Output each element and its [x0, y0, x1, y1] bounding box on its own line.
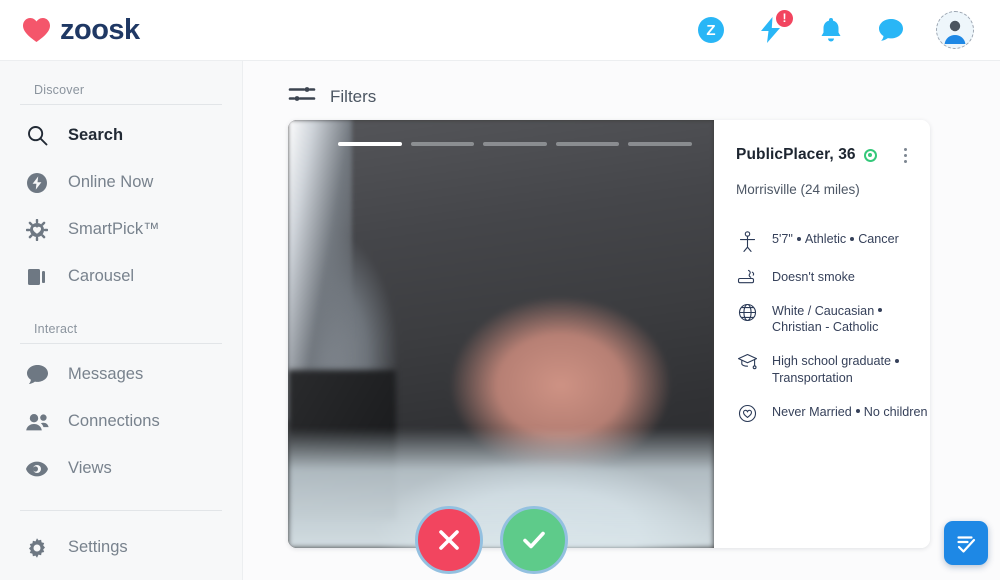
- photo-progress-bars: [338, 142, 692, 146]
- globe-icon: [736, 302, 758, 322]
- attribute-text: Doesn't smoke: [772, 270, 855, 284]
- photo-progress-bar[interactable]: [628, 142, 692, 146]
- zoosk-coin-icon[interactable]: Z: [696, 15, 726, 45]
- sidebar-section-interact: Interact: [34, 322, 78, 336]
- sidebar-item-online-now[interactable]: Online Now: [0, 159, 242, 206]
- left-sidebar: Discover Search Online Now SmartPick™ Ca…: [0, 61, 243, 580]
- connections-icon: [24, 409, 50, 435]
- sidebar-item-label: Carousel: [68, 267, 135, 285]
- photo-progress-bar[interactable]: [483, 142, 547, 146]
- profile-name: PublicPlacer, 36: [736, 146, 856, 163]
- survey-widget-button[interactable]: [944, 521, 988, 565]
- filters-icon: [288, 83, 316, 110]
- sidebar-item-label: Connections: [68, 412, 160, 430]
- views-icon: [24, 456, 50, 482]
- photo-progress-bar[interactable]: [410, 142, 475, 146]
- profile-photo[interactable]: [288, 120, 714, 548]
- like-button[interactable]: [500, 506, 568, 574]
- app-root: zoosk Z ! Discover Search Online Now Sma…: [0, 0, 1000, 580]
- attribute-text: Never Married No children: [772, 404, 928, 419]
- bell-icon[interactable]: [816, 15, 846, 45]
- pass-button[interactable]: [415, 506, 483, 574]
- sidebar-item-label: Messages: [68, 365, 144, 383]
- search-icon: [24, 123, 50, 149]
- filters-button[interactable]: Filters: [288, 83, 408, 110]
- profile-card: PublicPlacer, 36 Morrisville (24 miles): [288, 120, 930, 548]
- sidebar-item-messages[interactable]: Messages: [0, 351, 242, 398]
- profile-attributes: 5'7" Athletic Cancer Doesn't smoke White…: [736, 230, 930, 423]
- attribute-text: White / Caucasian Christian - Catholic: [772, 302, 886, 336]
- brand-wordmark: zoosk: [60, 13, 140, 46]
- sidebar-item-label: Online Now: [68, 173, 154, 191]
- profile-info-panel: PublicPlacer, 36 Morrisville (24 miles): [714, 120, 930, 548]
- heart-circle-icon: [736, 403, 758, 423]
- sidebar-item-views[interactable]: Views: [0, 445, 242, 492]
- attribute-row: Doesn't smoke: [736, 268, 930, 286]
- messages-icon: [24, 362, 50, 388]
- sidebar-item-label: SmartPick™: [68, 220, 160, 238]
- profile-menu-button[interactable]: [896, 146, 914, 164]
- attribute-row: 5'7" Athletic Cancer: [736, 230, 930, 252]
- header-icon-group: Z !: [696, 10, 974, 49]
- smoking-icon: [736, 268, 758, 285]
- filters-label: Filters: [330, 86, 377, 106]
- main-content: Filters PublicPlacer, 36 Morrisville (24…: [243, 61, 1000, 580]
- sidebar-item-label: Views: [68, 459, 112, 477]
- sidebar-item-settings[interactable]: Settings: [0, 524, 242, 571]
- sidebar-item-carousel[interactable]: Carousel: [0, 253, 242, 300]
- attribute-text: High school graduate Transportation: [772, 352, 903, 386]
- boost-alert-badge: !: [776, 10, 793, 27]
- education-icon: [736, 352, 758, 370]
- profile-avatar[interactable]: [936, 11, 974, 49]
- heart-logo-icon: [22, 17, 51, 43]
- attribute-row: Never Married No children: [736, 403, 930, 423]
- carousel-icon: [24, 264, 50, 290]
- sidebar-item-label: Search: [68, 126, 124, 144]
- sidebar-section-discover: Discover: [34, 83, 85, 97]
- card-action-buttons: [415, 506, 568, 574]
- online-now-icon: [24, 170, 50, 196]
- chat-icon[interactable]: [876, 15, 906, 45]
- boost-icon[interactable]: !: [756, 10, 793, 45]
- attribute-row: High school graduate Transportation: [736, 352, 930, 386]
- photo-progress-bar[interactable]: [555, 142, 620, 146]
- sidebar-item-label: Settings: [68, 538, 128, 556]
- top-header: zoosk Z !: [0, 0, 1000, 61]
- gear-icon: [24, 535, 50, 561]
- zoosk-logo[interactable]: zoosk: [22, 14, 140, 47]
- body-icon: [736, 230, 758, 252]
- coin-label: Z: [698, 17, 724, 43]
- attribute-text: 5'7" Athletic Cancer: [772, 232, 899, 246]
- sidebar-item-connections[interactable]: Connections: [0, 398, 242, 445]
- smartpick-icon: [24, 217, 50, 243]
- photo-progress-bar[interactable]: [338, 142, 402, 146]
- sidebar-item-search[interactable]: Search: [0, 112, 242, 159]
- attribute-row: White / Caucasian Christian - Catholic: [736, 302, 930, 336]
- online-status-icon: [863, 148, 877, 162]
- profile-location: Morrisville (24 miles): [736, 182, 860, 197]
- sidebar-item-smartpick[interactable]: SmartPick™: [0, 206, 242, 253]
